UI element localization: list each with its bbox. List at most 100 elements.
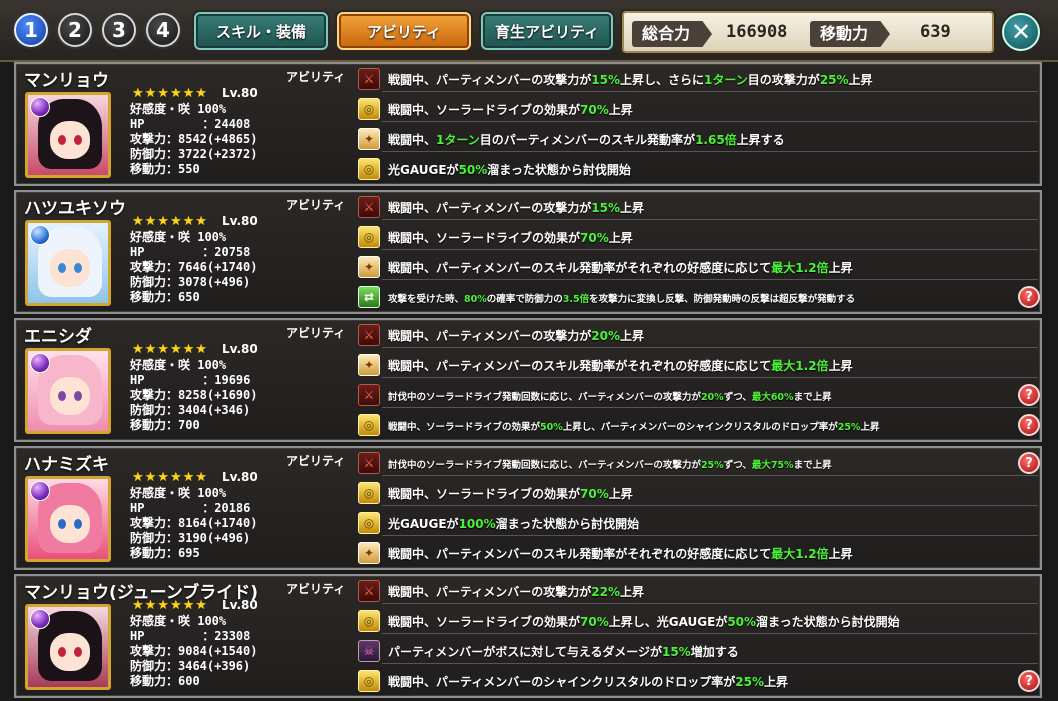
ability-highlight: 15% [661,645,691,659]
tab-ability[interactable]: アビリティ [337,12,471,50]
character-portrait[interactable] [25,92,111,178]
help-icon: ? [1025,417,1033,433]
character-portrait[interactable] [25,348,111,434]
ability-highlight: 22% [591,585,621,599]
attack-text: 攻撃力：8542(+4865) [130,132,258,146]
tab-growth-ability[interactable]: 育生アビリティ [481,12,613,50]
level-text: Lv.80 [222,342,258,356]
ability-text-pre: 戦闘中、 [388,133,437,147]
ability-text-end: 上昇 [608,103,633,117]
element-orb-icon [30,97,50,117]
ability-divider [382,249,1038,250]
ability-description: 戦闘中、パーティメンバーのシャインクリスタルのドロップ率が25%上昇 [388,673,788,690]
total-power-value: 166908 [726,22,788,42]
ability-text-mid: ずつ、 [723,392,752,403]
level-text: Lv.80 [222,86,258,100]
party-stats-panel: 総合力 166908 移動力 639 [622,11,994,53]
ability-description: 攻撃を受けた時、80%の確率で防御力の3.5倍を攻撃力に変換し反撃、防御発動時の… [388,291,855,305]
ability-text-pre: 戦闘中、パーティメンバーの攻撃力が [388,585,592,599]
party-3-button[interactable]: 3 [102,13,136,47]
ability-text-end: 上昇 [828,547,853,561]
portrait-face [50,377,90,415]
ability-row: ⚔ 戦闘中、パーティメンバーの攻撃力が20%上昇 [358,322,1038,348]
character-portrait[interactable] [25,476,111,562]
ability-text-end: 溜まった状態から討伐開始 [487,163,631,177]
ability-green-icon: ⇄ [358,286,380,308]
character-card: エニシダ ★★★★★★ Lv.80 好感度・咲 100% HP ：19696 攻撃力：8… [14,318,1042,442]
rarity-stars: ★★★★★★ [132,214,208,229]
move-text: 移動力：650 [130,290,200,304]
ability-text-pre: 戦闘中、パーティメンバーのシャインクリスタルのドロップ率が [388,675,736,689]
character-portrait[interactable] [25,604,111,690]
top-bar: 1 2 3 4 スキル・装備 アビリティ 育生アビリティ 総合力 166908 … [0,0,1058,62]
portrait-eye [58,391,66,401]
ability-divider [382,279,1038,280]
ability-text-pre: パーティメンバーがボスに対して与えるダメージが [388,645,662,659]
ability-skill-icon: ✦ [358,542,380,564]
tab-skill-equip[interactable]: スキル・装備 [194,12,328,50]
ability-text-end: 溜まった状態から討伐開始 [495,517,640,531]
ability-highlight: 70% [580,487,609,501]
ability-text-end: を攻撃力に変換し反撃、防御発動時の反撃は超反撃が発動する [589,294,856,305]
party-2-button[interactable]: 2 [58,13,92,47]
ability-row: ☠ パーティメンバーがボスに対して与えるダメージが15%増加する [358,638,1038,664]
ability-divider [382,663,1038,664]
ability-text-end: 上昇 [764,675,789,689]
ability-text-pre: 討伐中のソーラードライブ発動回数に応じ、パーティメンバーの攻撃力が [388,460,701,471]
ability-gold-icon: ◎ [358,610,380,632]
ability-divider [382,91,1038,92]
ability-row: ⇄ 攻撃を受けた時、80%の確率で防御力の3.5倍を攻撃力に変換し反撃、防御発動… [358,284,1038,310]
ability-description: 戦闘中、パーティメンバーの攻撃力が20%上昇 [388,327,644,344]
ability-atk-icon: ⚔ [358,384,380,406]
close-button[interactable]: ✕ [1002,13,1040,51]
ability-label: アビリティ [286,198,346,212]
help-button[interactable]: ? [1018,452,1040,474]
ability-text-mid: 目のパーティメンバーのスキル発動率が [479,133,696,147]
ability-row: ✦ 戦闘中、1ターン目のパーティメンバーのスキル発動率が1.65倍上昇する [358,126,1038,152]
ability-description: 戦闘中、1ターン目のパーティメンバーのスキル発動率が1.65倍上昇する [388,131,785,148]
affinity-text: 好感度・咲 100% [130,230,227,244]
ability-text-end: 上昇 [608,487,633,501]
character-name: マンリョウ [24,71,109,91]
move-text: 移動力：600 [130,674,200,688]
ability-description: 戦闘中、パーティメンバーのスキル発動率がそれぞれの好感度に応じて最大1.2倍上昇 [388,357,853,374]
ability-highlight: 15% [591,201,621,215]
ability-atk-icon: ⚔ [358,324,380,346]
ability-divider [382,347,1038,348]
defense-text: 防御力：3722(+2372) [130,147,258,161]
ability-row: ⚔ 戦闘中、パーティメンバーの攻撃力が15%上昇 [358,194,1038,220]
character-name: ハナミズキ [24,455,109,475]
ability-row: ◎ 戦闘中、ソーラードライブの効果が70%上昇 [358,480,1038,506]
attack-text: 攻撃力：7646(+1740) [130,260,258,274]
help-button[interactable]: ? [1018,670,1040,692]
help-icon: ? [1025,289,1033,305]
character-card: ハナミズキ ★★★★★★ Lv.80 好感度・咲 100% HP ：20186 攻撃力：… [14,446,1042,570]
ability-row: ⚔ 討伐中のソーラードライブ発動回数に応じ、パーティメンバーの攻撃力が20%ずつ… [358,382,1038,408]
help-button[interactable]: ? [1018,414,1040,436]
ability-divider [382,505,1038,506]
total-power-label: 総合力 [632,21,713,47]
ability-row: ⚔ 戦闘中、パーティメンバーの攻撃力が15%上昇し、さらに1ターン目の攻撃力が2… [358,66,1038,92]
help-button[interactable]: ? [1018,286,1040,308]
ability-skill-icon: ✦ [358,128,380,150]
ability-text-pre: 戦闘中、ソーラードライブの効果が [388,103,581,117]
ability-row: ◎ 光GAUGEが100%溜まった状態から討伐開始 [358,510,1038,536]
defense-text: 防御力：3190(+496) [130,531,251,545]
ability-atk-icon: ⚔ [358,68,380,90]
tab-ability-label: アビリティ [366,22,442,41]
character-portrait[interactable] [25,220,111,306]
ability-row: ◎ 光GAUGEが50%溜まった状態から討伐開始 [358,156,1038,182]
character-name: エニシダ [24,327,92,347]
ability-row: ◎ 戦闘中、ソーラードライブの効果が70%上昇 [358,224,1038,250]
hp-text: HP ：20186 [130,501,251,515]
ability-description: 光GAUGEが100%溜まった状態から討伐開始 [388,515,639,532]
ability-highlight: 20% [591,329,621,343]
move-text: 移動力：550 [130,162,200,176]
ability-description: 戦闘中、パーティメンバーの攻撃力が22%上昇 [388,583,644,600]
party-4-button[interactable]: 4 [146,13,180,47]
party-1-button[interactable]: 1 [14,13,48,47]
help-button[interactable]: ? [1018,384,1040,406]
portrait-eye [58,263,66,273]
rarity-stars: ★★★★★★ [132,86,208,101]
ability-highlight: 最大1.2倍 [771,547,829,561]
